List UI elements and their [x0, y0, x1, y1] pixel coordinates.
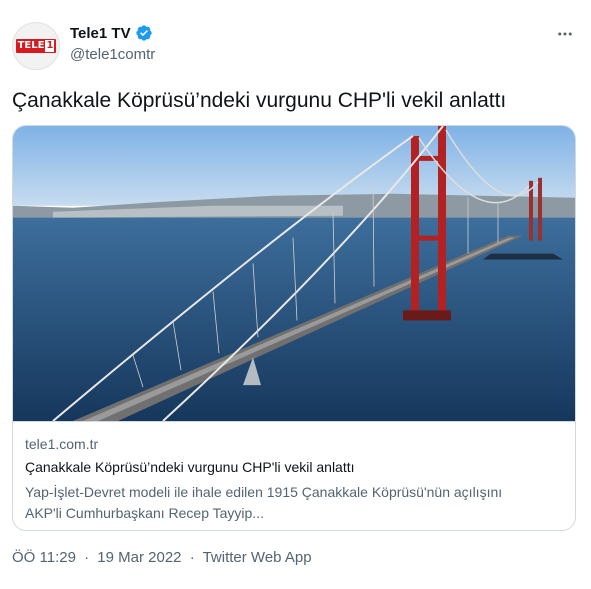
card-description-line-1: Yap-İşlet-Devret modeli ile ihale edilen… [25, 484, 503, 500]
card-image[interactable] [13, 126, 576, 422]
meta-separator-2: · [189, 549, 195, 566]
more-options-icon[interactable] [553, 22, 577, 46]
tweet: TELE 1 Tele1 TV @tele1comtr Çanakkale Kö… [0, 0, 591, 589]
verified-badge-icon [135, 25, 152, 41]
tweet-meta: ÖÖ 11:29 · 19 Mar 2022 · Twitter Web App [12, 549, 312, 566]
logo-text: TELE [17, 40, 45, 51]
tweet-time[interactable]: ÖÖ 11:29 [12, 549, 76, 566]
meta-separator: · [84, 549, 90, 566]
tweet-source[interactable]: Twitter Web App [203, 549, 312, 566]
tele1-logo: TELE 1 [15, 39, 57, 53]
author-name-row[interactable]: Tele1 TV [70, 24, 153, 42]
author-handle[interactable]: @tele1comtr [70, 46, 155, 63]
link-card[interactable]: tele1.com.tr Çanakkale Köprüsü’ndeki vur… [12, 125, 576, 531]
tweet-text: Çanakkale Köprüsü’ndeki vurgunu CHP'li v… [12, 89, 507, 112]
author-display-name[interactable]: Tele1 TV [70, 25, 131, 42]
avatar[interactable]: TELE 1 [12, 22, 60, 70]
card-description-line-2: AKP'li Cumhurbaşkanı Recep Tayyip... [25, 505, 264, 521]
logo-number: 1 [45, 40, 55, 52]
card-title[interactable]: Çanakkale Köprüsü’ndeki vurgunu CHP'li v… [25, 459, 355, 475]
card-domain[interactable]: tele1.com.tr [25, 436, 98, 452]
tweet-date[interactable]: 19 Mar 2022 [97, 549, 181, 566]
card-description: Yap-İşlet-Devret modeli ile ihale edilen… [25, 482, 565, 524]
